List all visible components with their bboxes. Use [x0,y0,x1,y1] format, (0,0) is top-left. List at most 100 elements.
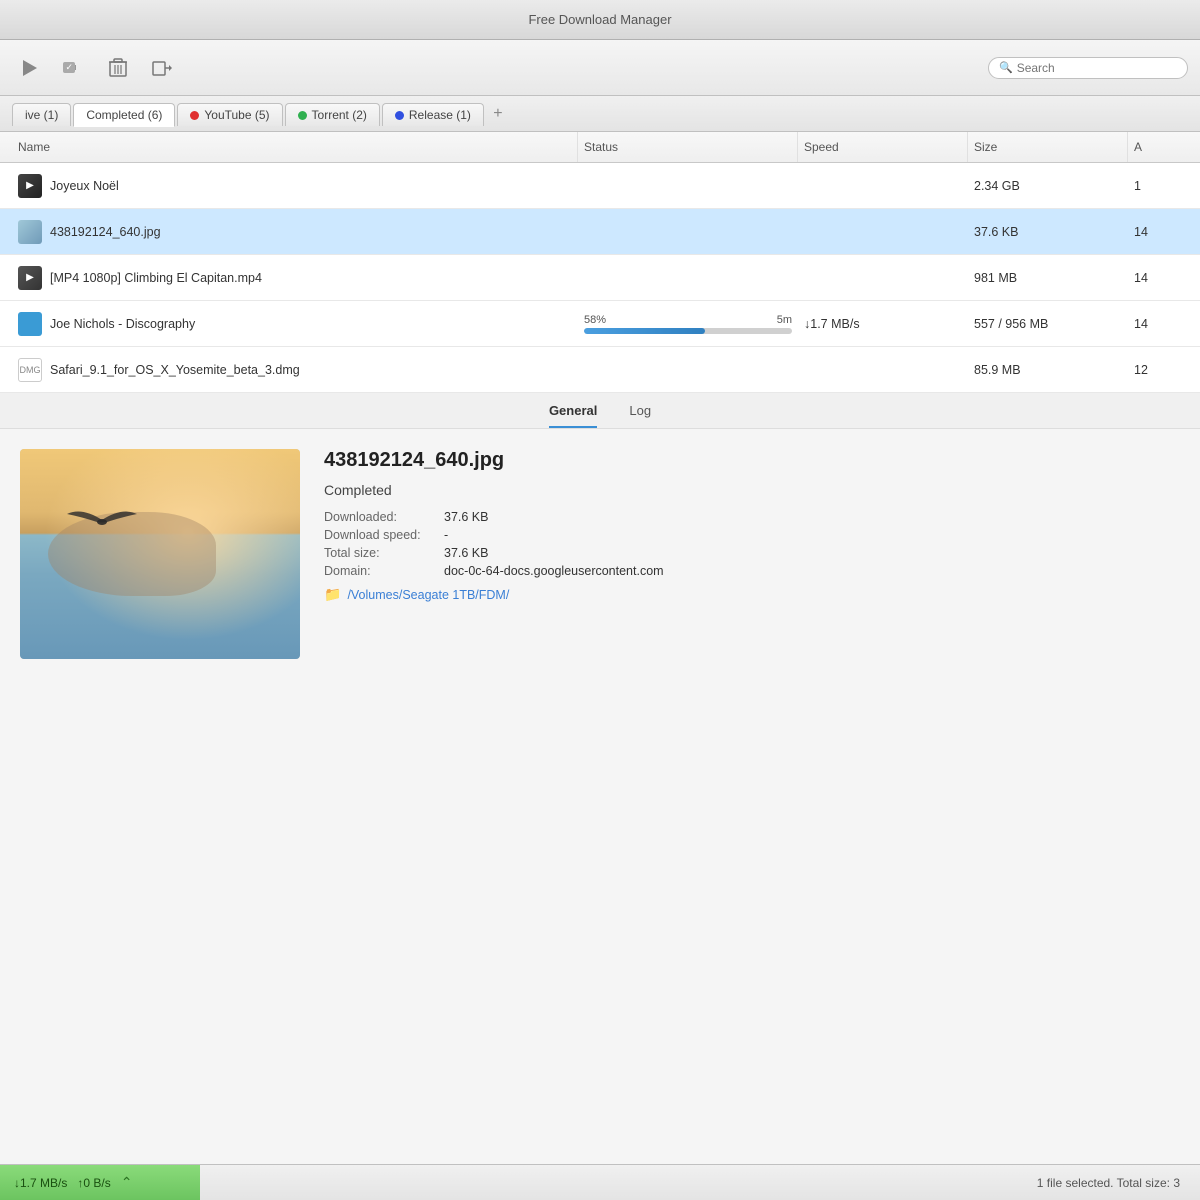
header-status: Status [578,132,798,162]
tab-youtube[interactable]: YouTube (5) [177,103,282,126]
downloaded-value: 37.6 KB [444,510,488,524]
download-speed-value: - [444,528,448,542]
detail-tabs: General Log [0,393,1200,429]
progress-info: 58% 5m [584,314,792,326]
detail-tab-log[interactable]: Log [629,403,651,428]
bird-silhouette [62,502,142,537]
move-button[interactable] [144,50,180,86]
row3-size-cell: 981 MB [968,265,1128,291]
detail-filename: 438192124_640.jpg [324,449,1180,472]
title-bar: Free Download Manager [0,0,1200,40]
row1-filename: Joyeux Noël [50,179,119,193]
dmg-icon: DMG [18,358,42,382]
detail-row-domain: Domain: doc-0c-64-docs.googleusercontent… [324,564,1180,578]
tab-torrent-label: Torrent (2) [312,108,367,122]
row2-added-cell: 14 [1128,219,1188,245]
table-row[interactable]: DMG Safari_9.1_for_OS_X_Yosemite_beta_3.… [0,347,1200,393]
search-icon: 🔍 [999,61,1013,74]
delete-button[interactable] [100,50,136,86]
video-icon: ▶ [18,266,42,290]
search-box: 🔍 [988,57,1188,79]
image-icon [18,220,42,244]
header-added: A [1128,132,1188,162]
expand-icon[interactable]: ⌃ [121,1174,133,1191]
total-size-value: 37.6 KB [444,546,488,560]
row2-status-cell [578,226,798,238]
progress-container: 58% 5m [584,314,792,334]
status-speed-panel: ↓1.7 MB/s ↑0 B/s ⌃ [0,1165,200,1200]
downloads-table: Name Status Speed Size A ▶ Joyeux Noël 2… [0,132,1200,393]
beach-scene-image [20,449,300,659]
tab-active[interactable]: ive (1) [12,103,71,126]
table-row[interactable]: Joe Nichols - Discography 58% 5m ↓1.7 MB… [0,301,1200,347]
detail-thumbnail [20,449,300,659]
status-bar: ↓1.7 MB/s ↑0 B/s ⌃ 1 file selected. Tota… [0,1164,1200,1200]
detail-info: 438192124_640.jpg Completed Downloaded: … [324,449,1180,659]
search-input[interactable] [1017,61,1177,75]
tab-youtube-label: YouTube (5) [204,108,269,122]
row1-status-cell [578,180,798,192]
row4-speed-cell: ↓1.7 MB/s [798,311,968,337]
status-info: 1 file selected. Total size: 3 [200,1176,1200,1190]
row5-name-cell: DMG Safari_9.1_for_OS_X_Yosemite_beta_3.… [12,352,578,388]
upload-speed-status: ↑0 B/s [77,1176,110,1190]
row2-size-cell: 37.6 KB [968,219,1128,245]
row3-filename: [MP4 1080p] Climbing El Capitan.mp4 [50,271,262,285]
row4-status-cell: 58% 5m [578,310,798,338]
row1-name-cell: ▶ Joyeux Noël [12,168,578,204]
row4-added-cell: 14 [1128,311,1188,337]
tab-completed-label: Completed (6) [86,108,162,122]
row4-name-cell: Joe Nichols - Discography [12,306,578,342]
row5-size-cell: 85.9 MB [968,357,1128,383]
domain-label: Domain: [324,564,444,578]
add-tab-button[interactable]: + [486,102,510,126]
download-speed-label: Download speed: [324,528,444,542]
table-row[interactable]: ▶ Joyeux Noël 2.34 GB 1 [0,163,1200,209]
window-title: Free Download Manager [528,12,671,27]
progress-time: 5m [777,314,792,326]
row3-added-cell: 14 [1128,265,1188,291]
row3-name-cell: ▶ [MP4 1080p] Climbing El Capitan.mp4 [12,260,578,296]
detail-row-downloaded: Downloaded: 37.6 KB [324,510,1180,524]
progress-bar-fill [584,328,705,334]
download-speed-status: ↓1.7 MB/s [14,1176,67,1190]
detail-content: 438192124_640.jpg Completed Downloaded: … [0,429,1200,679]
row2-name-cell: 438192124_640.jpg [12,214,578,250]
tab-release-label: Release (1) [409,108,471,122]
selection-info: 1 file selected. Total size: 3 [1037,1176,1180,1190]
detail-tab-general[interactable]: General [549,403,597,428]
torrent-dot [298,111,307,120]
header-size: Size [968,132,1128,162]
total-size-label: Total size: [324,546,444,560]
progress-percent: 58% [584,314,606,326]
tab-release[interactable]: Release (1) [382,103,484,126]
detail-path[interactable]: 📁 /Volumes/Seagate 1TB/FDM/ [324,586,1180,603]
progress-bar-bg [584,328,792,334]
youtube-dot [190,111,199,120]
folder-icon: 📁 [324,586,341,603]
downloaded-label: Downloaded: [324,510,444,524]
tab-active-label: ive (1) [25,108,58,122]
table-row[interactable]: 438192124_640.jpg 37.6 KB 14 [0,209,1200,255]
row5-added-cell: 12 [1128,357,1188,383]
toolbar: ⏸ ✓ 🔍 [0,40,1200,96]
tab-torrent[interactable]: Torrent (2) [285,103,380,126]
row5-status-cell [578,364,798,376]
row5-speed-cell [798,364,968,376]
row1-added-cell: 1 [1128,173,1188,199]
table-row[interactable]: ▶ [MP4 1080p] Climbing El Capitan.mp4 98… [0,255,1200,301]
torrent-icon [18,312,42,336]
row1-size-cell: 2.34 GB [968,173,1128,199]
tab-completed[interactable]: Completed (6) [73,103,175,127]
play-button[interactable] [12,50,48,86]
release-dot [395,111,404,120]
row2-filename: 438192124_640.jpg [50,225,161,239]
row2-speed-cell [798,226,968,238]
detail-status: Completed [324,482,1180,498]
play-all-button[interactable]: ⏸ ✓ [56,50,92,86]
detail-panel: General Log 438192124_640.jpg [0,393,1200,1164]
header-speed: Speed [798,132,968,162]
path-text: /Volumes/Seagate 1TB/FDM/ [347,588,509,602]
row3-speed-cell [798,272,968,284]
detail-row-size: Total size: 37.6 KB [324,546,1180,560]
